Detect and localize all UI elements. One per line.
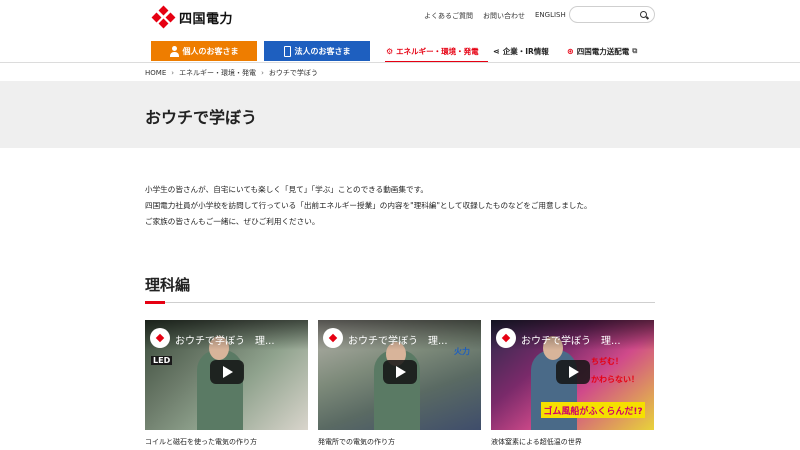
smartphone-icon bbox=[283, 45, 291, 57]
play-button-icon[interactable] bbox=[383, 360, 417, 384]
search-icon[interactable] bbox=[640, 11, 647, 18]
corporate-customers-button[interactable]: 法人のお客さま bbox=[264, 41, 370, 61]
breadcrumb-home[interactable]: HOME bbox=[145, 69, 166, 77]
video-player-3[interactable]: ちぢむ！ かわらない！ ゴム風船がふくらんだ!? おウチで学ぼう 理... bbox=[491, 320, 654, 430]
video-overlay-title[interactable]: おウチで学ぼう 理... bbox=[348, 332, 448, 347]
video-overlay-title[interactable]: おウチで学ぼう 理... bbox=[521, 332, 621, 347]
video-side-text-1: ちぢむ！ bbox=[591, 357, 623, 366]
nav-transmission-label: 四国電力送配電 bbox=[576, 47, 630, 56]
video-caption-1: コイルと磁石を使った電気の作り方 bbox=[145, 438, 257, 446]
video-caption-2: 発電所での電気の作り方 bbox=[318, 438, 395, 446]
play-button-icon[interactable] bbox=[556, 360, 590, 384]
video-thumbnail-label: LED bbox=[151, 356, 173, 365]
intro-line-1: 小学生の皆さんが、自宅にいても楽しく「見て」「学ぶ」ことのできる動画集です。 bbox=[145, 185, 429, 194]
video-side-text-2: かわらない！ bbox=[591, 375, 639, 384]
channel-avatar-icon[interactable] bbox=[323, 328, 343, 348]
corporate-customers-label: 法人のお客さま bbox=[294, 46, 351, 56]
chevron-right-icon: › bbox=[171, 69, 175, 77]
video-banner: ゴム風船がふくらんだ!? bbox=[541, 402, 645, 418]
personal-customers-label: 個人のお客さま bbox=[182, 46, 239, 56]
site-header: 四国電力 よくあるご質問 お問い合わせ ENGLISH bbox=[0, 0, 800, 34]
channel-avatar-icon[interactable] bbox=[150, 328, 170, 348]
video-player-1[interactable]: LED おウチで学ぼう 理... bbox=[145, 320, 308, 430]
video-caption-3: 液体窒素による超低温の世界 bbox=[491, 438, 582, 446]
english-link[interactable]: ENGLISH bbox=[535, 11, 566, 19]
share-icon: ⋖ bbox=[493, 47, 500, 56]
breadcrumb: HOME › エネルギー・環境・発電 › おウチで学ぼう bbox=[145, 68, 318, 78]
site-logo[interactable]: 四国電力 bbox=[151, 5, 234, 29]
nav-transmission[interactable]: ⊛ 四国電力送配電 ⧉ bbox=[567, 46, 640, 57]
person-icon bbox=[169, 45, 179, 57]
external-link-icon: ⧉ bbox=[632, 47, 638, 55]
logo-icon: ⊛ bbox=[567, 47, 574, 56]
personal-customers-button[interactable]: 個人のお客さま bbox=[151, 41, 257, 61]
page-title-band bbox=[0, 81, 800, 148]
nav-corporate-ir-label: 企業・IR情報 bbox=[502, 47, 549, 56]
nav-energy-environment[interactable]: ⚙ エネルギー・環境・発電 bbox=[386, 46, 479, 57]
channel-avatar-icon[interactable] bbox=[496, 328, 516, 348]
intro-line-3: ご家族の皆さんもご一緒に、ぜひご利用ください。 bbox=[145, 217, 320, 226]
play-button-icon[interactable] bbox=[210, 360, 244, 384]
nav-divider bbox=[0, 62, 800, 63]
video-player-2[interactable]: 火力 おウチで学ぼう 理... bbox=[318, 320, 481, 430]
breadcrumb-energy[interactable]: エネルギー・環境・発電 bbox=[179, 68, 256, 78]
energy-icon: ⚙ bbox=[386, 47, 394, 56]
logo-text: 四国電力 bbox=[179, 11, 234, 27]
breadcrumb-current: おウチで学ぼう bbox=[268, 69, 318, 77]
chevron-right-icon: › bbox=[261, 69, 264, 77]
section-accent bbox=[145, 301, 165, 304]
intro-text: 小学生の皆さんが、自宅にいても楽しく「見て」「学ぶ」ことのできる動画集です。 四… bbox=[145, 182, 592, 230]
yonden-logo-icon bbox=[151, 5, 176, 29]
faq-link[interactable]: よくあるご質問 bbox=[424, 11, 473, 21]
section-divider bbox=[145, 302, 655, 303]
nav-corporate-ir[interactable]: ⋖ 企業・IR情報 bbox=[493, 46, 549, 57]
page-title: おウチで学ぼう bbox=[145, 108, 258, 127]
search-input[interactable] bbox=[569, 6, 655, 23]
nav-energy-label: エネルギー・環境・発電 bbox=[396, 47, 479, 56]
section-title: 理科編 bbox=[145, 276, 191, 294]
contact-link[interactable]: お問い合わせ bbox=[483, 11, 525, 21]
video-overlay-title[interactable]: おウチで学ぼう 理... bbox=[175, 332, 275, 347]
intro-line-2: 四国電力社員が小学校を訪問して行っている「出前エネルギー授業」の内容を"理科編"… bbox=[145, 201, 592, 210]
